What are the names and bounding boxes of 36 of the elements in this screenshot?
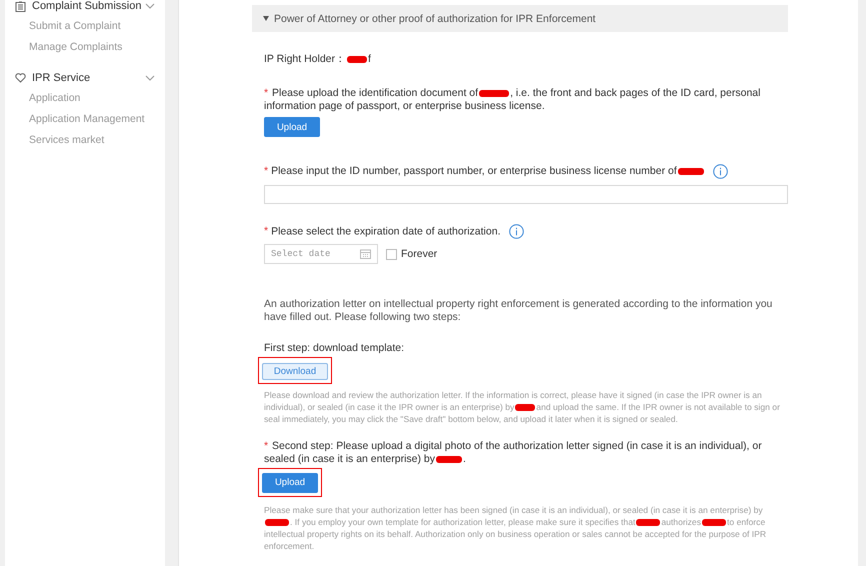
placeholder-text: Select date bbox=[271, 249, 330, 259]
intro-paragraph: An authorization letter on intellectual property right enforcement is generated according to the information you have filled out. Please following two steps: bbox=[264, 298, 774, 324]
field-label: Please input the ID number, passport number, or enterprise business license number of bbox=[271, 165, 705, 178]
chevron-icon[interactable] bbox=[145, 3, 155, 9]
sidebar-group-title[interactable]: IPR Service bbox=[32, 72, 145, 84]
checkbox-label: Forever bbox=[401, 248, 438, 260]
calendar-icon bbox=[360, 249, 371, 259]
upload-button[interactable]: Upload bbox=[262, 472, 318, 492]
sidebar-item[interactable]: Application bbox=[5, 88, 165, 109]
checkbox[interactable] bbox=[386, 248, 397, 260]
required-mark: * bbox=[264, 440, 268, 453]
info-icon[interactable] bbox=[712, 164, 728, 179]
info-icon[interactable] bbox=[508, 224, 524, 239]
sidebar-item[interactable]: Submit a Complaint bbox=[5, 16, 165, 37]
required-mark: * bbox=[264, 225, 268, 238]
field-label: Please select the expiration date of authorization. bbox=[271, 225, 500, 238]
sidebar-group-title[interactable]: Complaint Submission bbox=[32, 0, 145, 12]
help-note: Please download and review the authorization letter. If the information is correct, please have it signed (in case the IPR owner is an individual), or sealed (in case it the IPR owner is an enterprise) by and upload the same. If the IPR owner is not available to sign or seal immediately, you may click the "Save draft" bottom below, and upload it later when it is signed or sealed. bbox=[264, 389, 781, 425]
section-title: Power of Attorney or other proof of authorization for IPR Enforcement bbox=[274, 12, 596, 24]
required-mark: * bbox=[264, 87, 268, 100]
clipboard-icon bbox=[15, 0, 26, 12]
section-header[interactable]: Power of Attorney or other proof of authorization for IPR Enforcement bbox=[252, 5, 788, 32]
sidebar-item[interactable]: Manage Complaints bbox=[5, 37, 165, 58]
sidebar-item[interactable]: Services market bbox=[5, 130, 165, 151]
caret-icon bbox=[263, 16, 269, 21]
help-note: Please make sure that your authorization letter has been signed (in case it is an individual), or sealed (in case it is an enterprise) by . If you employ your own template for authorization letter, please make sure it specifies that authorizes to enforce intellectual property rights on its behalf. Authorization only on business operation or sales cannot be accepted for the purpose of IPR enforcement. bbox=[264, 504, 768, 552]
step-label: First step: download template: bbox=[264, 342, 406, 355]
download-button[interactable]: Download bbox=[262, 363, 328, 380]
date-field[interactable]: Select date bbox=[264, 244, 378, 264]
required-mark: * bbox=[264, 165, 268, 178]
chevron-icon[interactable] bbox=[145, 75, 155, 81]
holder-text: IP Right Holder： f bbox=[264, 53, 372, 66]
upload-button[interactable]: Upload bbox=[264, 117, 320, 137]
heart-icon bbox=[15, 73, 26, 83]
sidebar-item[interactable]: Application Management bbox=[5, 109, 165, 130]
id-number-field[interactable] bbox=[264, 185, 788, 204]
